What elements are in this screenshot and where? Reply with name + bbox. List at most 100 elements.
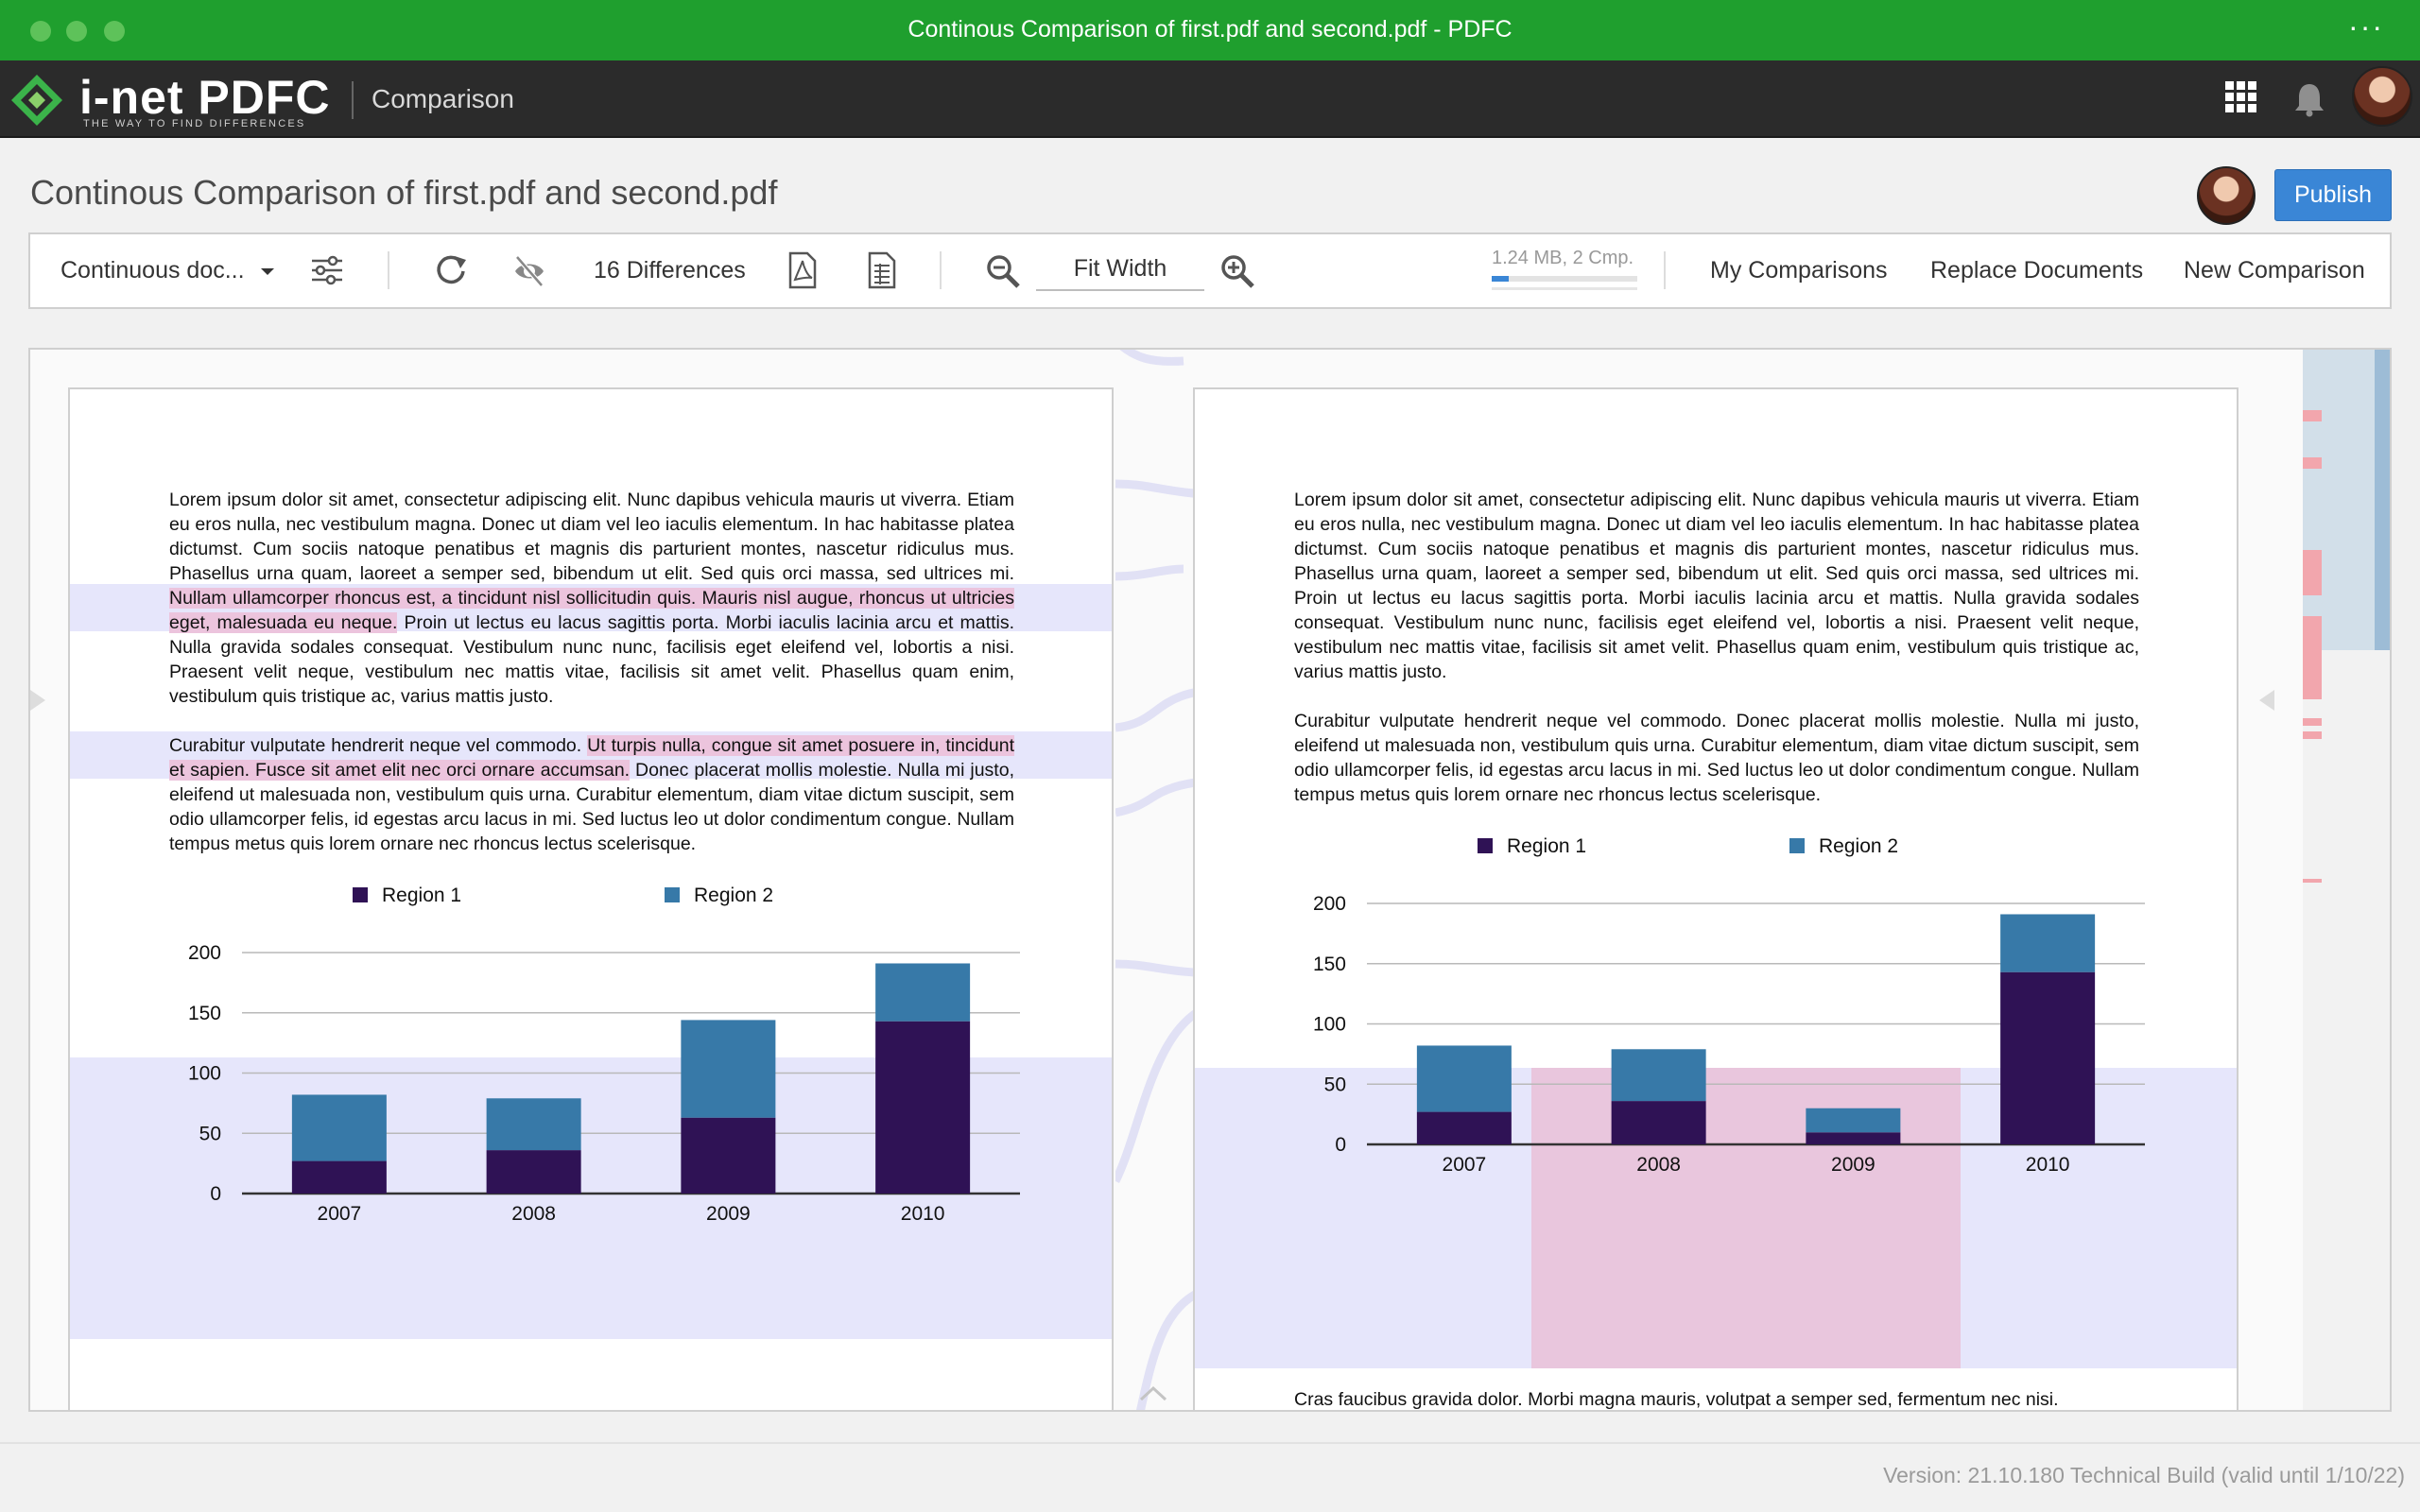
view-mode-dropdown[interactable]: Continuous doc...	[60, 234, 277, 307]
x-tick-label: 2008	[1636, 1154, 1681, 1176]
toolbar-divider	[1664, 251, 1666, 289]
my-comparisons-link[interactable]: My Comparisons	[1710, 234, 1888, 307]
refresh-icon[interactable]	[432, 252, 470, 290]
y-tick-label: 100	[1313, 1014, 1346, 1036]
settings-sliders-icon[interactable]	[310, 255, 344, 285]
x-tick-label: 2007	[1443, 1154, 1487, 1176]
right-bar-chart: Region 1 Region 2 0 50 100 150 200 2007 2008 2009…	[1313, 835, 2145, 1176]
version-info: Version: 21.10.180 Technical Build (vali…	[1883, 1463, 2405, 1487]
difference-marker[interactable]	[2303, 879, 2322, 883]
bar-segment	[2000, 914, 2096, 972]
x-tick-label: 2007	[318, 1203, 362, 1225]
text-unchanged: Lorem ipsum dolor sit amet, consectetur …	[169, 490, 1014, 584]
x-tick-label: 2009	[1831, 1154, 1876, 1176]
section-title: Comparison	[372, 84, 514, 113]
x-tick-label: 2008	[511, 1203, 556, 1225]
logo-text: i-net PDFC	[79, 71, 331, 124]
window-title: Continous Comparison of first.pdf and se…	[908, 16, 1512, 43]
bar-segment	[291, 1094, 387, 1161]
memory-secondary-bar	[1492, 287, 1637, 290]
legend-swatch	[353, 887, 368, 902]
zoom-out-icon[interactable]	[985, 253, 1021, 289]
difference-marker[interactable]	[2303, 718, 2322, 726]
replace-documents-link[interactable]: Replace Documents	[1930, 234, 2143, 307]
publish-button[interactable]: Publish	[2274, 169, 2392, 221]
text-unchanged: Curabitur vulputate hendrerit neque vel …	[169, 735, 588, 756]
bar-segment	[1806, 1108, 1901, 1133]
hide-differences-icon[interactable]	[511, 253, 547, 289]
pdf-export-icon[interactable]	[786, 251, 819, 289]
bar-segment	[1416, 1111, 1512, 1144]
memory-usage-fill	[1492, 276, 1510, 282]
zoom-in-icon[interactable]	[1219, 253, 1255, 289]
bar-segment	[681, 1020, 776, 1118]
legend-swatch	[1478, 838, 1493, 853]
legend-label: Region 2	[1819, 835, 1898, 857]
x-tick-label: 2010	[2026, 1154, 2070, 1176]
bar-segment	[1611, 1101, 1706, 1144]
y-tick-label: 0	[210, 1183, 221, 1205]
logo-tagline: THE WAY TO FIND DIFFERENCES	[83, 118, 306, 129]
paragraph: Lorem ipsum dolor sit amet, consectetur …	[169, 488, 1014, 709]
document-viewer: Lorem ipsum dolor sit amet, consectetur …	[28, 348, 2392, 1412]
bar-segment	[486, 1150, 581, 1194]
app-header: i-net PDFC THE WAY TO FIND DIFFERENCES C…	[0, 60, 2420, 138]
bar-segment	[681, 1117, 776, 1194]
bar-segment	[291, 1160, 387, 1194]
left-bar-chart: Region 1 Region 2 0 50 100 150 200 2007 2008 2009…	[188, 885, 1020, 1225]
view-mode-label: Continuous doc...	[60, 257, 245, 284]
report-export-icon[interactable]	[866, 251, 898, 289]
pdfc-logo-icon	[11, 75, 62, 126]
x-tick-label: 2009	[706, 1203, 751, 1225]
x-tick-label: 2010	[901, 1203, 945, 1225]
bar-segment	[875, 963, 971, 1022]
y-tick-label: 200	[188, 942, 221, 964]
user-avatar[interactable]	[2352, 66, 2412, 127]
toolbar-divider	[388, 251, 389, 289]
collapse-up-icon[interactable]	[1138, 1383, 1168, 1402]
difference-marker[interactable]	[2303, 616, 2322, 699]
paragraph: Cras faucibus gravida dolor. Morbi magna…	[1294, 1389, 2059, 1410]
toolbar-divider	[940, 251, 942, 289]
bar-segment	[2000, 971, 2096, 1144]
bar-segment	[486, 1098, 581, 1151]
notification-bell-icon[interactable]	[2292, 81, 2326, 117]
zoom-mode-select[interactable]: Fit Width	[1036, 248, 1204, 291]
footer-divider	[0, 1442, 2420, 1444]
legend-swatch	[665, 887, 680, 902]
difference-marker[interactable]	[2303, 457, 2322, 469]
apps-grid-icon[interactable]	[2225, 81, 2257, 113]
owner-avatar[interactable]	[2197, 166, 2256, 225]
right-panel-arrow-icon[interactable]	[2259, 690, 2274, 711]
paragraph: Curabitur vulputate hendrerit neque vel …	[169, 733, 1014, 856]
left-panel-arrow-icon[interactable]	[30, 690, 45, 711]
paragraph: Curabitur vulputate hendrerit neque vel …	[1294, 711, 2139, 805]
difference-marker[interactable]	[2303, 550, 2322, 595]
memory-usage-label: 1.24 MB, 2 Cmp.	[1492, 248, 1634, 268]
legend-swatch	[1789, 838, 1805, 853]
window-titlebar: Continous Comparison of first.pdf and se…	[0, 0, 2420, 60]
caret-down-icon	[260, 267, 274, 275]
y-tick-label: 50	[199, 1123, 221, 1144]
bar-segment	[1611, 1049, 1706, 1102]
difference-marker[interactable]	[2303, 731, 2322, 739]
scrollbar-thumb[interactable]	[2375, 350, 2390, 650]
y-tick-label: 150	[1313, 954, 1346, 975]
legend-label: Region 1	[1507, 835, 1586, 857]
bar-segment	[875, 1021, 971, 1194]
y-tick-label: 0	[1335, 1134, 1346, 1156]
bar-segment	[1416, 1045, 1512, 1112]
left-document-page: Lorem ipsum dolor sit amet, consectetur …	[68, 387, 1114, 1410]
right-document-page: Lorem ipsum dolor sit amet, consectetur …	[1193, 387, 2238, 1410]
paragraph: Lorem ipsum dolor sit amet, consectetur …	[1294, 490, 2139, 682]
new-comparison-link[interactable]: New Comparison	[2184, 234, 2365, 307]
more-menu-icon[interactable]: ···	[2348, 9, 2384, 44]
memory-usage-bar	[1492, 276, 1637, 282]
difference-marker[interactable]	[2303, 410, 2322, 421]
y-tick-label: 50	[1324, 1074, 1346, 1095]
comparison-toolbar: Continuous doc... 16 Differences Fit Wid…	[28, 232, 2392, 309]
differences-count[interactable]: 16 Differences	[594, 234, 746, 307]
bar-segment	[1806, 1132, 1901, 1144]
y-tick-label: 200	[1313, 893, 1346, 915]
difference-overview-strip[interactable]	[2303, 350, 2390, 1410]
